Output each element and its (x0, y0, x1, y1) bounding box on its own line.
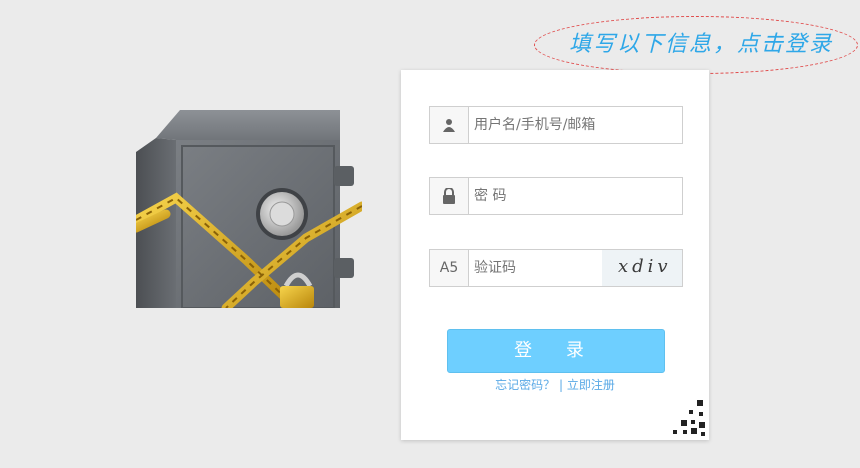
forgot-password-link[interactable]: 忘记密码？ (495, 378, 555, 392)
captcha-field: A5 xdiv (429, 249, 683, 287)
captcha-input[interactable] (474, 250, 594, 286)
safe-illustration (136, 110, 362, 308)
password-input[interactable] (474, 178, 674, 214)
qrcode-icon[interactable] (661, 392, 709, 440)
lock-icon (430, 178, 469, 214)
captcha-image-text: xdiv (618, 256, 672, 277)
user-icon (430, 107, 469, 143)
register-link[interactable]: 立即注册 (567, 378, 615, 392)
captcha-prefix: A5 (430, 250, 469, 286)
captcha-image[interactable]: xdiv (602, 250, 682, 286)
hint-text: 填写以下信息，点击登录 (568, 32, 833, 57)
username-input[interactable] (474, 107, 674, 143)
password-field (429, 177, 683, 215)
login-panel: A5 xdiv 登 录 忘记密码？ | 立即注册 (401, 70, 709, 440)
link-separator: | (558, 378, 564, 392)
login-button[interactable]: 登 录 (447, 329, 665, 373)
auth-links: 忘记密码？ | 立即注册 (401, 377, 709, 393)
username-field (429, 106, 683, 144)
